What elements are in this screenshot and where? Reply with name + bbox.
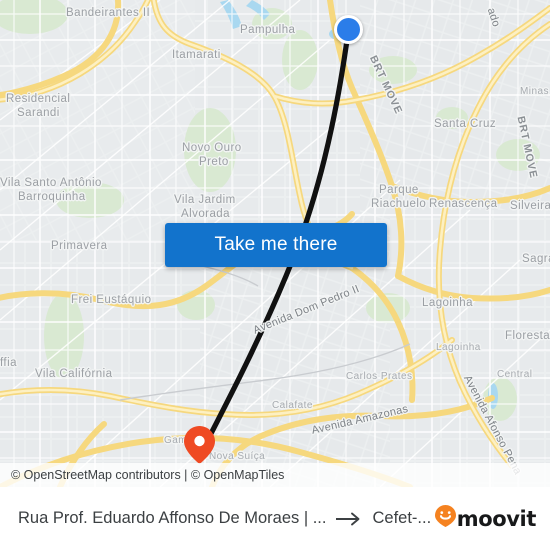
moovit-logo[interactable]: moovit [434,505,537,532]
route-summary[interactable]: Rua Prof. Eduardo Affonso De Moraes | ..… [18,509,435,528]
moovit-wordmark: moovit [456,506,537,531]
route-destination-label: Cefet-... [372,509,432,527]
map-canvas[interactable]: Bandeirantes II Pampulha Itamarati Resid… [0,0,550,487]
destination-pin-icon[interactable] [184,426,215,464]
origin-marker-icon[interactable] [334,15,363,44]
take-me-there-button[interactable]: Take me there [165,223,387,267]
map-attribution-bar: © OpenStreetMap contributors | © OpenMap… [0,463,550,487]
moovit-map-screen: Bandeirantes II Pampulha Itamarati Resid… [0,0,550,550]
route-origin-label: Rua Prof. Eduardo Affonso De Moraes | ..… [18,509,327,527]
moovit-pin-icon [434,505,456,532]
map-attribution-text[interactable]: © OpenStreetMap contributors | © OpenMap… [11,468,284,482]
route-footer-bar: Rua Prof. Eduardo Affonso De Moraes | ..… [0,487,550,550]
arrow-right-icon [336,512,362,526]
